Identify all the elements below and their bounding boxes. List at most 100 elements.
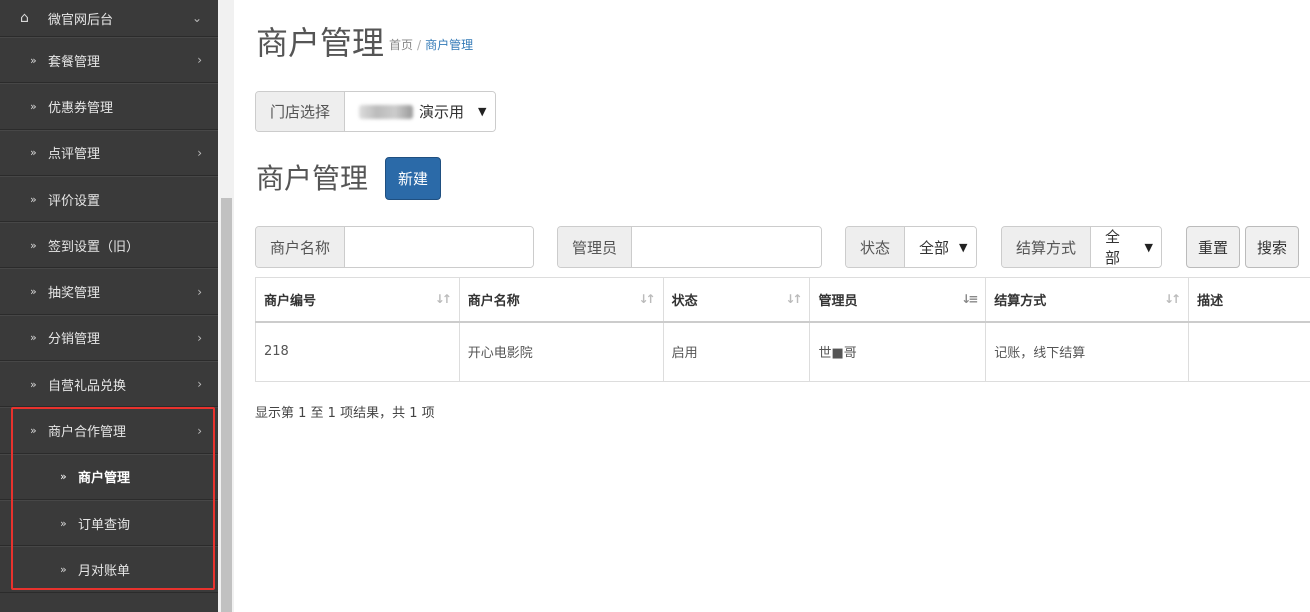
breadcrumb: 首页 / 商户管理 [389, 36, 473, 53]
cell-description [1188, 321, 1310, 382]
double-chevron-right-icon: » [30, 53, 37, 67]
double-chevron-right-icon: » [60, 516, 67, 530]
column-header-label: 管理员 [818, 293, 858, 309]
table-header-row: 商户编号 ↓↑ 商户名称 ↓↑ 状态 ↓↑ 管理员 ↓≡ 结算方式 ↓↑ 描述 [255, 277, 1310, 323]
sidebar-item-label: 抽奖管理 [48, 286, 101, 302]
sidebar-subitem-merchant-management[interactable]: » 商户管理 [0, 453, 218, 500]
sidebar-item-label: 优惠券管理 [48, 100, 114, 116]
breadcrumb-home-link[interactable]: 首页 [389, 38, 413, 52]
double-chevron-right-icon: » [30, 192, 37, 206]
column-header-status[interactable]: 状态 ↓↑ [662, 277, 811, 323]
double-chevron-right-icon: » [30, 331, 37, 345]
breadcrumb-current: 商户管理 [425, 38, 474, 52]
table-row[interactable]: 218 开心电影院 启用 世■哥 记账，线下结算 [255, 321, 1310, 382]
admin-input[interactable] [632, 227, 821, 267]
admin-label: 管理员 [558, 227, 633, 267]
sort-icon: ↓↑ [434, 292, 452, 306]
sidebar-item-distribution[interactable]: » 分销管理 › [0, 314, 218, 362]
sidebar-item-label: 套餐管理 [48, 54, 101, 70]
chevron-down-icon: ▼ [478, 105, 487, 118]
merchant-name-filter: 商户名称 [255, 226, 534, 268]
sidebar-item-rating-settings[interactable]: » 评价设置 [0, 175, 218, 223]
column-header-label: 结算方式 [994, 293, 1047, 309]
store-select-value: 演示用 [419, 103, 465, 121]
chevron-right-icon: › [197, 423, 202, 438]
sidebar-item-coupon[interactable]: » 优惠券管理 [0, 83, 218, 130]
sidebar-item-merchant-cooperation[interactable]: » 商户合作管理 › [0, 407, 218, 454]
sidebar-scrollbar-thumb[interactable] [221, 198, 232, 612]
search-button[interactable]: 搜索 [1245, 226, 1299, 268]
chevron-down-icon: ▼ [959, 240, 968, 254]
sort-icon: ↓↑ [1163, 292, 1181, 306]
status-select[interactable]: 全部 ▼ [905, 227, 976, 267]
merchant-name-input[interactable] [345, 227, 533, 267]
sort-desc-icon: ↓≡ [961, 292, 978, 306]
cell-merchant-id: 218 [255, 321, 460, 382]
column-header-merchant-name[interactable]: 商户名称 ↓↑ [458, 277, 664, 323]
column-header-admin[interactable]: 管理员 ↓≡ [809, 277, 987, 323]
status-label: 状态 [846, 227, 906, 267]
sidebar-item-label: 微官网后台 [48, 12, 114, 28]
chevron-right-icon: › [197, 330, 202, 345]
double-chevron-right-icon: » [60, 562, 67, 576]
sidebar-item-label: 评价设置 [48, 193, 101, 209]
store-select-label: 门店选择 [256, 92, 346, 131]
store-select[interactable]: 演示用 ▼ [345, 92, 495, 131]
cell-status: 启用 [662, 321, 811, 382]
sidebar-item-label: 自营礼品兑换 [48, 378, 127, 394]
column-header-label: 商户编号 [264, 293, 317, 309]
column-header-label: 状态 [671, 293, 698, 309]
settlement-select-value: 全部 [1105, 228, 1121, 267]
new-merchant-button[interactable]: 新建 [385, 157, 441, 200]
sidebar-item-label: 订单查询 [78, 517, 131, 533]
column-header-description[interactable]: 描述 [1188, 277, 1310, 323]
page-title: 商户管理 [256, 24, 385, 62]
chevron-down-icon: ⌄ [191, 11, 202, 25]
sidebar-item-gift-exchange[interactable]: » 自营礼品兑换 › [0, 361, 218, 408]
sidebar-item-label: 分销管理 [48, 332, 101, 348]
double-chevron-right-icon: » [30, 285, 37, 299]
chevron-down-icon: ▼ [1144, 240, 1153, 254]
column-header-label: 商户名称 [467, 293, 520, 309]
sidebar-subitem-monthly-statement[interactable]: » 月对账单 [0, 546, 218, 593]
chevron-right-icon: › [197, 53, 202, 68]
chevron-right-icon: › [197, 145, 202, 160]
sidebar-item-checkin-settings[interactable]: » 签到设置（旧） [0, 222, 218, 269]
sort-icon: ↓↑ [638, 292, 655, 306]
sidebar-item-label: 签到设置（旧） [48, 239, 140, 255]
cell-merchant-name: 开心电影院 [458, 321, 664, 382]
double-chevron-right-icon: » [30, 238, 37, 252]
sidebar-item-label: 点评管理 [48, 147, 101, 163]
sidebar-item-label: 月对账单 [78, 563, 131, 579]
sidebar: ⌂ 微官网后台 ⌄ » 套餐管理 › » 优惠券管理 » 点评管理 › » 评价… [0, 0, 218, 612]
blurred-store-name [359, 104, 414, 119]
sidebar-item-lottery[interactable]: » 抽奖管理 › [0, 268, 218, 315]
sidebar-item-home[interactable]: ⌂ 微官网后台 ⌄ [0, 0, 218, 37]
settlement-label: 结算方式 [1002, 227, 1092, 267]
admin-filter: 管理员 [557, 226, 822, 268]
double-chevron-right-icon: » [30, 377, 37, 391]
section-title: 商户管理 [256, 162, 369, 195]
sidebar-item-review[interactable]: » 点评管理 › [0, 129, 218, 176]
merchant-table: 商户编号 ↓↑ 商户名称 ↓↑ 状态 ↓↑ 管理员 ↓≡ 结算方式 ↓↑ 描述 218 开… [255, 277, 1310, 382]
chevron-right-icon: › [197, 377, 202, 392]
double-chevron-right-icon: » [30, 99, 37, 113]
column-header-merchant-id[interactable]: 商户编号 ↓↑ [255, 277, 460, 323]
sidebar-item-label: 商户管理 [78, 471, 131, 487]
pagination-info: 显示第 1 至 1 项结果，共 1 项 [255, 406, 435, 421]
main-content: 商户管理 首页 / 商户管理 门店选择 演示用 ▼ 商户管理 新建 商户名称 管理员… [234, 0, 1310, 612]
sidebar-item-package[interactable]: » 套餐管理 › [0, 37, 218, 84]
chevron-right-icon: › [197, 284, 202, 299]
status-filter: 状态 全部 ▼ [845, 226, 977, 268]
status-select-value: 全部 [919, 238, 950, 257]
sidebar-subitem-order-query[interactable]: » 订单查询 [0, 499, 218, 547]
sort-icon: ↓↑ [785, 292, 802, 306]
sidebar-item-label: 商户合作管理 [48, 425, 127, 441]
double-chevron-right-icon: » [60, 470, 67, 484]
reset-button[interactable]: 重置 [1186, 226, 1240, 268]
column-header-settlement[interactable]: 结算方式 ↓↑ [985, 277, 1190, 323]
breadcrumb-separator: / [417, 38, 422, 52]
settlement-select[interactable]: 全部 ▼ [1091, 227, 1161, 267]
double-chevron-right-icon: » [30, 146, 37, 160]
cell-admin: 世■哥 [809, 321, 987, 382]
